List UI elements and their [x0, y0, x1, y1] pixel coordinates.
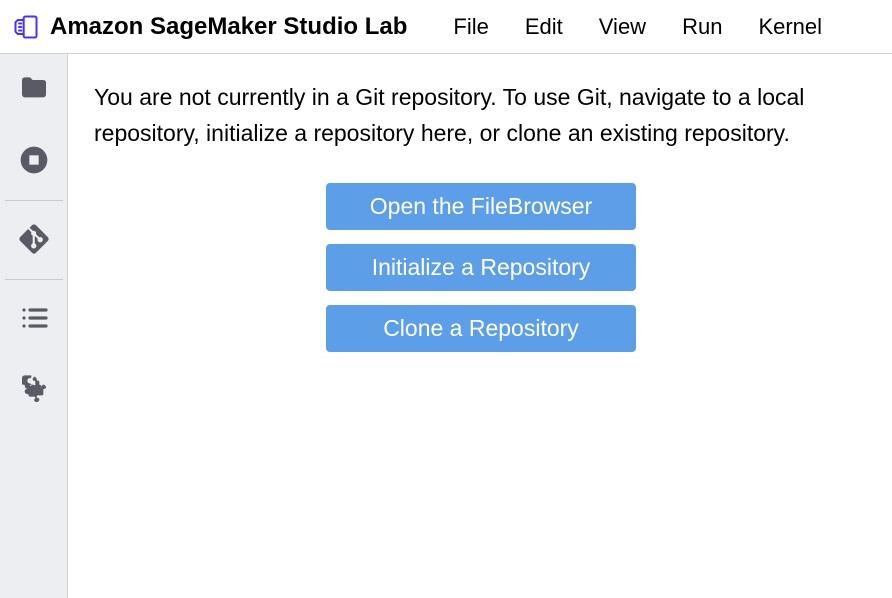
app-title: Amazon SageMaker Studio Lab — [50, 13, 407, 41]
menu-kernel[interactable]: Kernel — [740, 14, 840, 40]
git-empty-message: You are not currently in a Git repositor… — [94, 80, 868, 151]
open-filebrowser-button[interactable]: Open the FileBrowser — [326, 183, 636, 230]
app-logo-icon — [12, 13, 40, 41]
init-repo-button[interactable]: Initialize a Repository — [326, 244, 636, 291]
folder-icon — [18, 72, 50, 109]
activity-filebrowser[interactable] — [0, 54, 68, 126]
menu-run[interactable]: Run — [664, 14, 740, 40]
git-actions: Open the FileBrowser Initialize a Reposi… — [94, 183, 868, 352]
activity-bar — [0, 54, 68, 598]
puzzle-icon — [18, 374, 50, 411]
body-area: You are not currently in a Git repositor… — [0, 54, 892, 598]
git-panel: You are not currently in a Git repositor… — [68, 54, 892, 598]
clone-repo-button[interactable]: Clone a Repository — [326, 305, 636, 352]
stop-circle-icon — [18, 144, 50, 181]
menubar: Amazon SageMaker Studio Lab File Edit Vi… — [0, 0, 892, 54]
activity-running[interactable] — [0, 126, 68, 198]
menu-file[interactable]: File — [435, 14, 506, 40]
activity-contents[interactable] — [0, 284, 68, 356]
activity-extensions[interactable] — [0, 356, 68, 428]
menu-view[interactable]: View — [581, 14, 664, 40]
git-icon — [18, 223, 50, 260]
menu-edit[interactable]: Edit — [507, 14, 581, 40]
list-icon — [18, 302, 50, 339]
activity-git[interactable] — [0, 205, 68, 277]
activity-separator — [5, 279, 63, 280]
activity-separator — [5, 200, 63, 201]
